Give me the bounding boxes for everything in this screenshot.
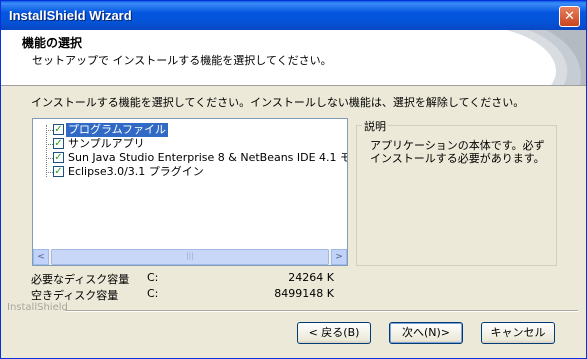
feature-item-sample-apps[interactable]: ✓ サンプルアプリ xyxy=(33,137,347,151)
disk-required-drive: C: xyxy=(147,271,159,284)
disk-free-value: 8499148 K xyxy=(274,287,334,300)
next-button[interactable]: 次へ(N)> xyxy=(389,322,463,344)
feature-checkbox[interactable]: ✓ xyxy=(53,138,64,149)
feature-label: プログラムファイル xyxy=(66,123,169,137)
close-button[interactable]: ✕ xyxy=(559,6,580,27)
disk-required-value: 24264 K xyxy=(288,271,334,284)
feature-item-program-files[interactable]: ✓ プログラムファイル xyxy=(33,123,347,137)
close-icon: ✕ xyxy=(564,9,575,24)
chevron-left-icon: < xyxy=(37,252,45,262)
title-bar[interactable]: InstallShield Wizard ✕ xyxy=(1,1,586,30)
resize-grip-icon[interactable] xyxy=(574,346,584,356)
chevron-right-icon: > xyxy=(335,252,343,262)
scroll-left-button[interactable]: < xyxy=(33,249,49,265)
disk-free-label: 空きディスク容量 xyxy=(31,289,119,302)
tree-connector xyxy=(46,172,53,173)
feature-checkbox[interactable]: ✓ xyxy=(53,166,64,177)
feature-label: サンプルアプリ xyxy=(68,137,145,150)
disk-free-drive: C: xyxy=(147,287,159,300)
cancel-button[interactable]: キャンセル xyxy=(481,322,555,344)
tree-connector xyxy=(46,130,53,131)
installshield-brand: InstallShield xyxy=(7,302,68,313)
scrollbar-thumb[interactable]: ||| xyxy=(51,249,329,265)
feature-checkbox[interactable]: ✓ xyxy=(53,124,64,135)
instruction-text: インストールする機能を選択してください。インストールしない機能は、選択を解除して… xyxy=(31,96,525,109)
page-subtitle: セットアップで インストールする機能を選択してください。 xyxy=(32,54,332,67)
window-title: InstallShield Wizard xyxy=(9,8,132,23)
feature-label: Sun Java Studio Enterprise 8 & NetBeans … xyxy=(68,151,348,164)
feature-label: Eclipse3.0/3.1 プラグイン xyxy=(68,165,204,178)
feature-tree[interactable]: ✓ プログラムファイル ✓ サンプルアプリ ✓ Sun Java Studio … xyxy=(32,118,348,266)
description-text: アプリケーションの本体です。必ずインストールする必要があります。 xyxy=(370,139,545,165)
disk-required-label: 必要なディスク容量 xyxy=(31,273,130,286)
description-group: 説明 アプリケーションの本体です。必ずインストールする必要があります。 xyxy=(356,118,557,266)
feature-checkbox[interactable]: ✓ xyxy=(53,152,64,163)
feature-item-eclipse-plugin[interactable]: ✓ Eclipse3.0/3.1 プラグイン xyxy=(33,165,347,179)
back-button[interactable]: < 戻る(B) xyxy=(297,322,371,344)
divider xyxy=(65,310,578,312)
installshield-window: InstallShield Wizard ✕ 機能の選択 セットアップで インス… xyxy=(0,0,587,359)
header-panel: 機能の選択 セットアップで インストールする機能を選択してください。 xyxy=(1,30,586,86)
scroll-right-button[interactable]: > xyxy=(331,249,347,265)
tree-connector xyxy=(46,158,53,159)
description-legend: 説明 xyxy=(362,118,388,134)
grip-icon: ||| xyxy=(186,252,194,260)
page-title: 機能の選択 xyxy=(22,36,83,50)
header-swoosh-graphic xyxy=(506,30,586,85)
feature-item-netbeans-module[interactable]: ✓ Sun Java Studio Enterprise 8 & NetBean… xyxy=(33,151,348,165)
horizontal-scrollbar[interactable]: < ||| > xyxy=(33,249,347,265)
tree-connector xyxy=(46,144,53,145)
